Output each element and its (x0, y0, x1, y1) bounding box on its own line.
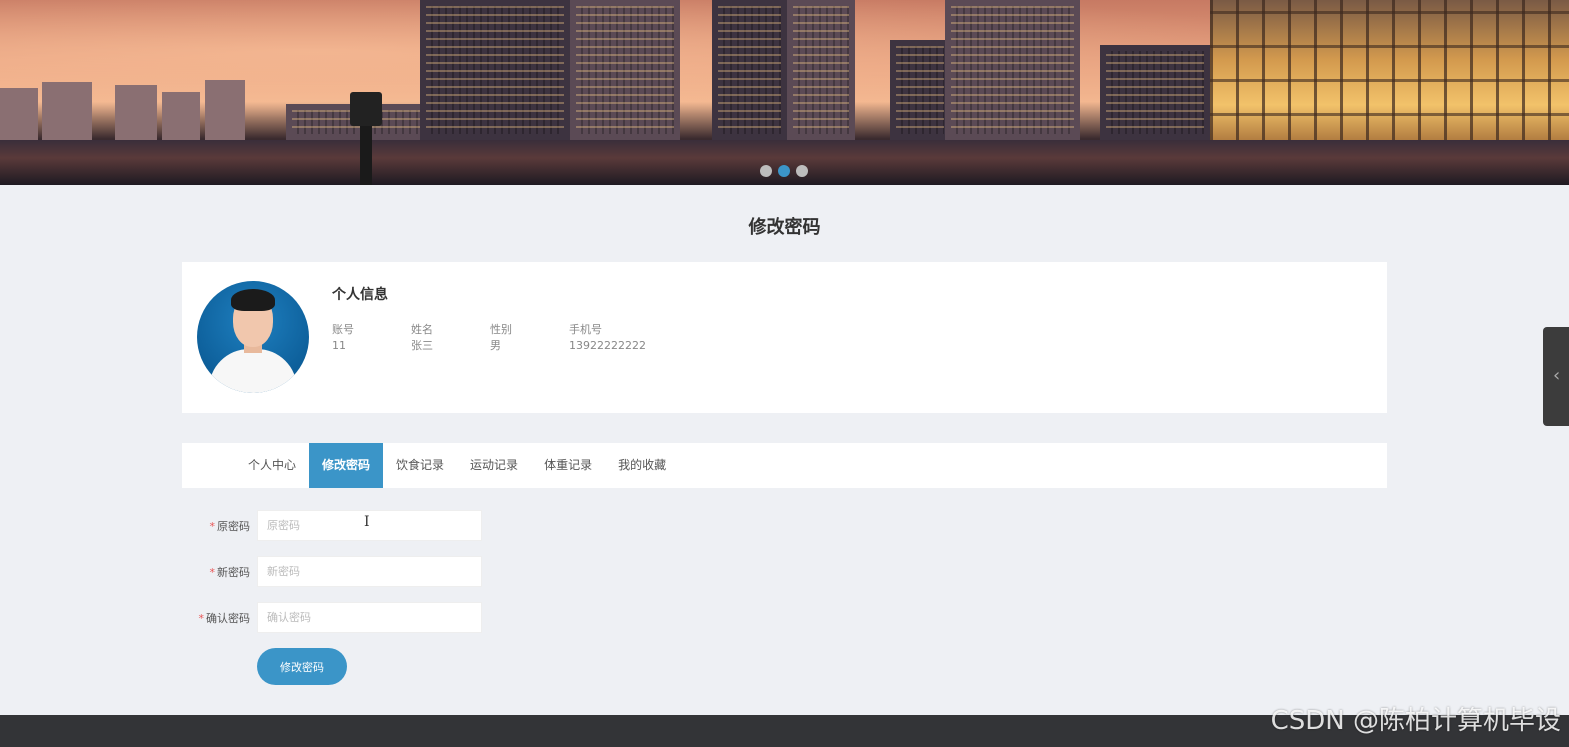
banner-glass-building (1210, 0, 1569, 150)
form-row-old-password: * 原密码 (182, 510, 482, 541)
banner-building (0, 88, 38, 140)
page-title: 修改密码 (748, 217, 821, 238)
required-mark: * (209, 566, 216, 579)
carousel-dot-active[interactable] (778, 165, 790, 177)
form-row-confirm-password: * 确认密码 (182, 602, 482, 633)
tab-my-favorites[interactable]: 我的收藏 (605, 443, 679, 488)
change-password-button[interactable]: 修改密码 (257, 648, 347, 685)
side-panel-toggle[interactable]: ‹ (1543, 327, 1569, 426)
field-label: 姓名 (411, 323, 433, 336)
field-label: 账号 (332, 323, 354, 336)
profile-fields: 账号 11 姓名 张三 性别 男 手机号 13922222222 (332, 322, 648, 354)
banner-building (42, 82, 92, 140)
field-label: 性别 (490, 323, 512, 336)
avatar-hair (231, 289, 275, 311)
banner-building (945, 0, 1080, 140)
field-value: 男 (490, 339, 501, 352)
banner-building (162, 92, 200, 140)
tab-exercise-records[interactable]: 运动记录 (457, 443, 531, 488)
tab-change-password[interactable]: 修改密码 (309, 443, 384, 488)
required-mark: * (198, 612, 205, 625)
profile-tabs: 个人中心 修改密码 饮食记录 运动记录 体重记录 我的收藏 (182, 443, 1387, 488)
banner-building (712, 0, 787, 140)
tab-weight-records[interactable]: 体重记录 (531, 443, 605, 488)
carousel-dot[interactable] (760, 165, 772, 177)
label-text: 确认密码 (206, 612, 250, 625)
form-row-new-password: * 新密码 (182, 556, 482, 587)
confirm-password-label: * 确认密码 (199, 610, 251, 626)
banner-building (205, 80, 245, 140)
profile-section-title: 个人信息 (332, 287, 388, 303)
required-mark: * (209, 520, 216, 533)
confirm-password-input[interactable] (257, 602, 482, 633)
avatar-shirt (209, 349, 297, 393)
field-label: 手机号 (569, 323, 602, 336)
field-value: 11 (332, 339, 346, 352)
profile-field-phone: 手机号 13922222222 (569, 322, 648, 354)
tab-diet-records[interactable]: 饮食记录 (383, 443, 457, 488)
field-value: 13922222222 (569, 339, 646, 352)
profile-field-name: 姓名 张三 (411, 322, 490, 354)
profile-card: 个人信息 账号 11 姓名 张三 性别 男 手机号 13922222222 (182, 262, 1387, 413)
carousel-dot[interactable] (796, 165, 808, 177)
banner-building (1100, 45, 1210, 140)
new-password-label: * 新密码 (210, 564, 251, 580)
field-value: 张三 (411, 339, 433, 352)
banner-building (890, 40, 950, 140)
banner-building (420, 0, 570, 140)
text-cursor-icon: I (364, 514, 370, 530)
banner-water (0, 140, 1569, 185)
hero-banner (0, 0, 1569, 185)
chevron-left-icon: ‹ (1553, 365, 1561, 386)
new-password-input[interactable] (257, 556, 482, 587)
label-text: 新密码 (217, 566, 250, 579)
old-password-label: * 原密码 (210, 518, 251, 534)
avatar (197, 281, 309, 393)
label-text: 原密码 (217, 520, 250, 533)
banner-building (570, 0, 680, 140)
carousel-indicators (760, 165, 808, 177)
banner-lamp-head (350, 92, 382, 126)
tab-personal-center[interactable]: 个人中心 (235, 443, 309, 488)
banner-building (787, 0, 855, 140)
banner-building (115, 85, 157, 140)
profile-field-gender: 性别 男 (490, 322, 569, 354)
watermark-text: CSDN @陈柏计算机毕设 (1270, 706, 1561, 736)
profile-field-account: 账号 11 (332, 322, 411, 354)
